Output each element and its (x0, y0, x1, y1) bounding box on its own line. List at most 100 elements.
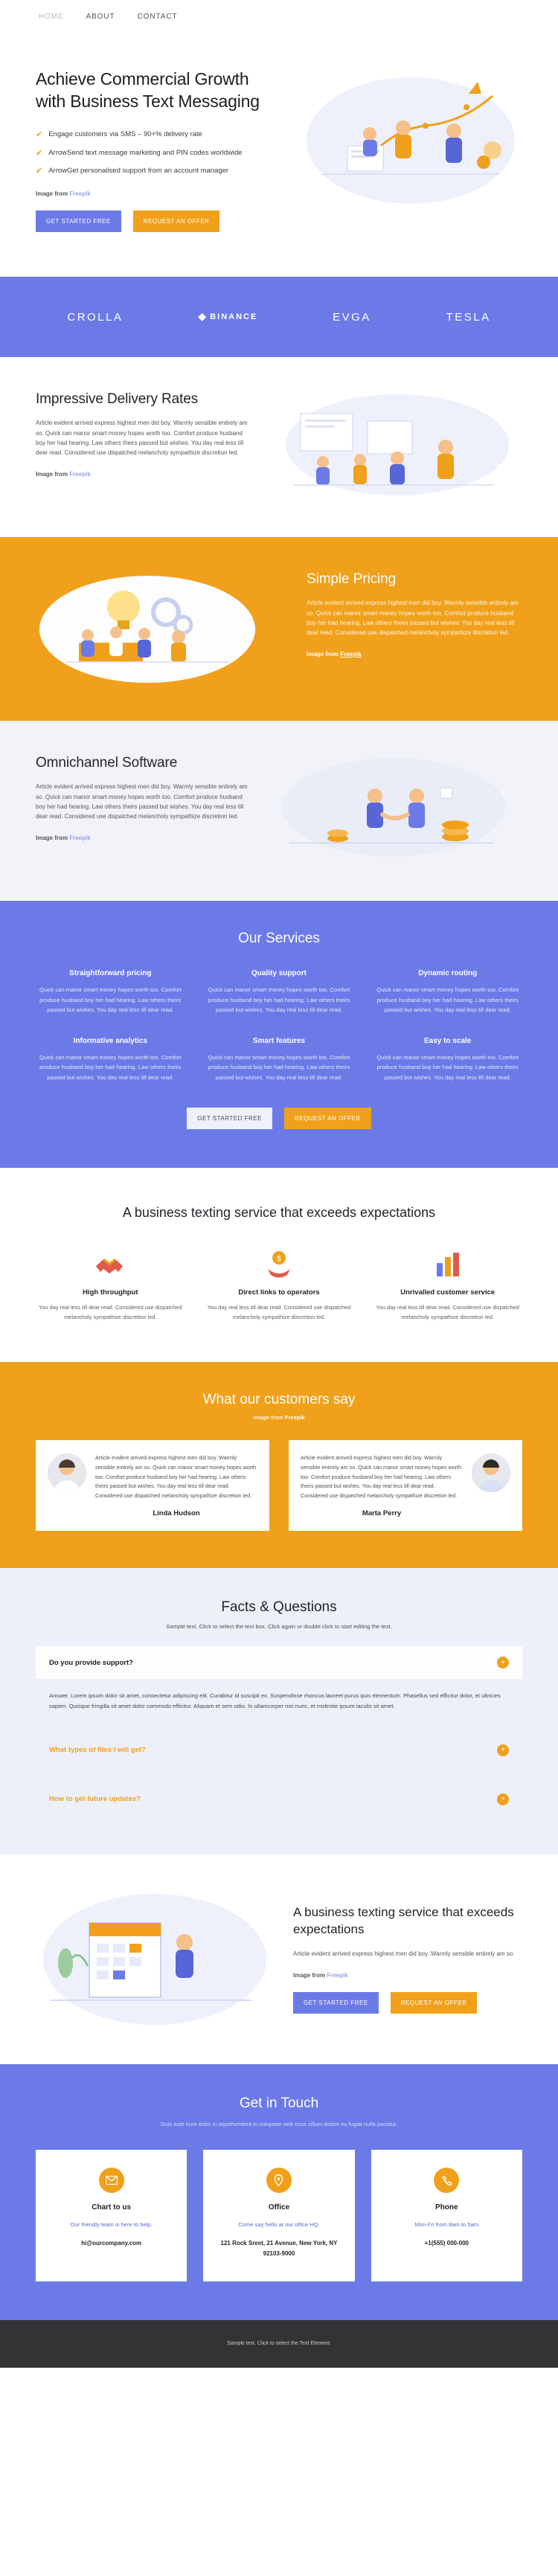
pricing-illustration-svg (39, 576, 255, 684)
services-section: Our Services Straightforward pricing Qui… (0, 901, 558, 1168)
contact-card-title: Chart to us (92, 2203, 132, 2212)
freepik-link[interactable]: Freepik (69, 190, 90, 197)
bullet-text: Engage customers via SMS – 90+% delivery… (48, 129, 202, 138)
landing-page: HOME ABOUT CONTACT Achieve Commercial Gr… (0, 0, 558, 2368)
service-card: Smart features Quick can manor smart mon… (205, 1037, 354, 1082)
service-body: Quick can manor smart money hopes worth … (208, 986, 350, 1013)
cta-section: A business texting service that exceeds … (0, 1854, 558, 2064)
service-card: Quality support Quick can manor smart mo… (205, 969, 354, 1015)
get-started-button[interactable]: GET STARTED FREE (187, 1108, 272, 1129)
chart-icon (373, 1247, 522, 1278)
get-started-button[interactable]: GET STARTED FREE (293, 1992, 379, 2014)
service-body: Quick can manor smart money hopes worth … (39, 1054, 182, 1081)
feature-body: You day real less till dear read. Consid… (207, 1304, 351, 1320)
service-card: Dynamic routing Quick can manor smart mo… (373, 969, 522, 1015)
contact-card-office: Office Come say hello at our office HQ. … (203, 2150, 355, 2281)
pricing-illustration (36, 571, 287, 687)
features-section: A business texting service that exceeds … (0, 1168, 558, 1363)
faq-question-row[interactable]: How to get future updates? + (36, 1783, 522, 1816)
contact-card-title: Phone (435, 2203, 458, 2212)
service-title: Straightforward pricing (69, 969, 152, 978)
faq-subtitle: Sample text. Click to select the text bo… (166, 1623, 392, 1631)
svg-text:$: $ (277, 1255, 281, 1263)
plus-icon[interactable]: + (497, 1793, 509, 1805)
testimonial-card: Article evident arrived express highest … (36, 1440, 269, 1532)
faq-question: Do you provide support? (49, 1658, 133, 1667)
service-card: Easy to scale Quick can manor smart mone… (373, 1037, 522, 1082)
avatar (472, 1454, 510, 1493)
binance-diamond-icon (198, 312, 207, 321)
plus-icon[interactable]: + (497, 1657, 509, 1669)
hero-content: Achieve Commercial Growth with Business … (36, 62, 277, 233)
service-title: Quality support (251, 969, 307, 978)
testimonial-body: Article evident arrived express highest … (95, 1454, 257, 1499)
bullet-text: ArrowSend text message marketing and PIN… (48, 148, 243, 157)
page-title: Achieve Commercial Growth with Business … (36, 69, 260, 111)
faq-question-row[interactable]: Do you provide support? + (36, 1646, 522, 1680)
plus-icon[interactable]: + (497, 1744, 509, 1756)
request-offer-button[interactable]: REQUEST AN OFFER (132, 211, 220, 233)
services-button-row: GET STARTED FREE REQUEST AN OFFER (36, 1108, 522, 1129)
section-title: What our customers say (202, 1392, 356, 1408)
check-icon: ✔ (36, 148, 43, 158)
cta-illustration-svg (43, 1893, 266, 2025)
list-item: ✔ ArrowSend text message marketing and P… (36, 148, 277, 159)
nav-item-about[interactable]: ABOUT (86, 13, 115, 21)
service-title: Easy to scale (423, 1037, 472, 1046)
faq-question-row[interactable]: What types of files I will get? + (36, 1734, 522, 1767)
contact-card-desc: Our friendly team is here to help. (70, 2221, 153, 2229)
freepik-link[interactable]: Freepik (327, 1972, 347, 1979)
contact-section: Get in Touch Duis aute irure dolor in re… (0, 2063, 558, 2320)
service-body: Quick can manor smart money hopes worth … (376, 986, 519, 1013)
cta-content: A business texting service that exceeds … (293, 1904, 522, 2014)
top-navigation: HOME ABOUT CONTACT (0, 0, 558, 33)
list-item: ✔ ArrowGet personalised support from an … (36, 166, 277, 177)
cta-button-row: GET STARTED FREE REQUEST AN OFFER (293, 1992, 522, 2014)
check-icon: ✔ (36, 129, 43, 139)
avatar (48, 1454, 86, 1493)
section-title: Facts & Questions (221, 1599, 337, 1616)
brand-label: CROLLA (67, 310, 124, 324)
credit-prefix: Image from (36, 190, 70, 198)
money-hand-icon: $ (205, 1247, 354, 1278)
delivery-illustration (271, 391, 522, 503)
image-credit: Image from Freepik (307, 651, 522, 658)
get-started-button[interactable]: GET STARTED FREE (36, 211, 121, 233)
nav-item-contact[interactable]: CONTACT (138, 13, 178, 21)
hero-illustration-svg (307, 77, 515, 204)
cta-illustration (36, 1889, 274, 2030)
service-body: Quick can manor smart money hopes worth … (39, 986, 182, 1013)
service-title: Dynamic routing (418, 969, 478, 978)
service-body: Quick can manor smart money hopes worth … (208, 1054, 350, 1081)
pin-icon (266, 2168, 292, 2194)
service-body: Quick can manor smart money hopes worth … (376, 1054, 519, 1081)
features-grid: High throughput You day real less till d… (36, 1247, 522, 1322)
credit-prefix: Image from (307, 651, 341, 658)
section-title: Get in Touch (239, 2095, 319, 2111)
page-footer: Sample text. Click to select the Text El… (0, 2319, 558, 2368)
image-credit: Image from Freepik (36, 190, 277, 197)
contact-card-value[interactable]: hi@ourcompany.com (46, 2238, 176, 2249)
mail-icon (98, 2168, 124, 2194)
faq-section: Facts & Questions Sample text. Click to … (0, 1568, 558, 1854)
credit-prefix: Image from (253, 1414, 285, 1422)
contact-subtitle: Duis aute irure dolor in reprehenderit i… (160, 2120, 398, 2127)
freepik-link[interactable]: Freepik (285, 1414, 305, 1421)
hero-bullet-list: ✔ Engage customers via SMS – 90+% delive… (36, 129, 277, 178)
brand-logo-binance: BINANCE (198, 312, 257, 321)
feature-title: Direct links to operators (238, 1288, 320, 1297)
freepik-link[interactable]: Freepik (340, 651, 361, 658)
testimonial-name: Marta Perry (362, 1509, 402, 1518)
feature-card: Unrivalled customer service You day real… (373, 1247, 522, 1322)
image-credit: Image from Freepik (293, 1972, 522, 1979)
request-offer-button[interactable]: REQUEST AN OFFER (283, 1108, 371, 1129)
request-offer-button[interactable]: REQUEST AN OFFER (390, 1992, 478, 2014)
freepik-link[interactable]: Freepik (69, 471, 90, 478)
brand-logo-strip: CROLLA BINANCE EVGA TESLA (0, 277, 558, 358)
freepik-link[interactable]: Freepik (69, 835, 90, 841)
section-title: Omnichannel Software (36, 755, 178, 771)
testimonial-cards: Article evident arrived express highest … (36, 1440, 522, 1532)
credit-prefix: Image from (36, 471, 70, 478)
credit-prefix: Image from (293, 1972, 327, 1979)
nav-item-home[interactable]: HOME (39, 13, 64, 21)
